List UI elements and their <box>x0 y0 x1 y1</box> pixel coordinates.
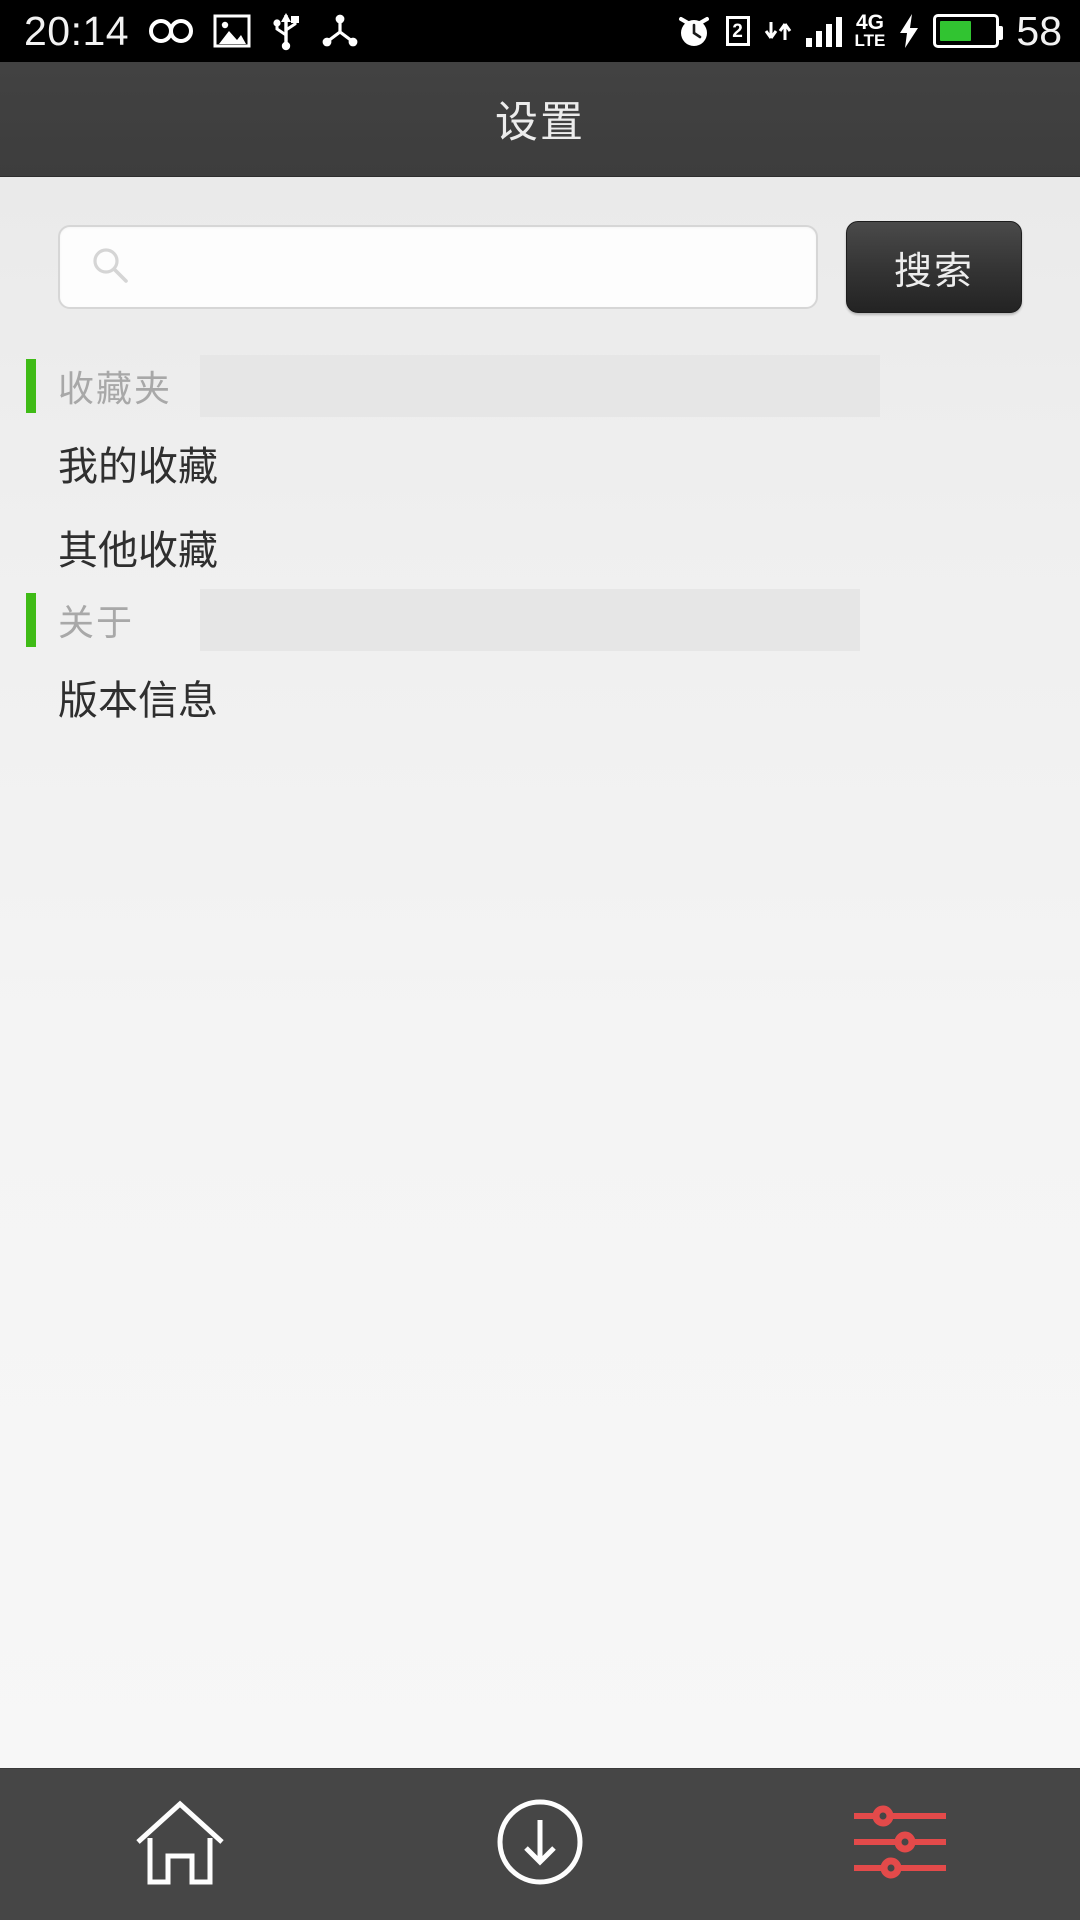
search-button[interactable]: 搜索 <box>846 221 1022 313</box>
image-icon <box>213 14 251 48</box>
group-header-highlight <box>200 589 860 651</box>
group-accent-bar <box>26 593 36 647</box>
group-header-highlight <box>200 355 880 417</box>
bottom-navigation-bar <box>0 1768 1080 1920</box>
group-accent-bar <box>26 359 36 413</box>
list-group-label: 关于 <box>58 602 135 643</box>
status-clock: 20:14 <box>24 7 130 54</box>
battery-icon <box>933 14 1004 48</box>
home-icon <box>128 1790 232 1899</box>
sliders-icon <box>848 1796 952 1893</box>
phone-screen: 20:14 2 4G LTE 58 设置 搜索 收藏夹 我的收藏 其他收藏 关于… <box>0 0 1080 1920</box>
list-item[interactable]: 我的收藏 <box>0 421 1080 505</box>
page-title: 设置 <box>495 99 585 147</box>
network-4g-lte-icon: 4G LTE <box>854 10 886 50</box>
search-input[interactable] <box>148 227 802 307</box>
search-icon <box>88 243 132 292</box>
network-type-primary: 4G <box>855 10 884 34</box>
usb-icon <box>271 11 301 51</box>
sim-slot-number: 2 <box>732 20 743 42</box>
signal-bars-icon <box>805 15 842 47</box>
download-circle-icon <box>490 1792 590 1897</box>
alarm-icon <box>675 12 713 50</box>
battery-percentage: 58 <box>1016 7 1062 54</box>
status-bar-right: 2 4G LTE 58 <box>675 7 1062 54</box>
list-item[interactable]: 版本信息 <box>0 655 1080 739</box>
network-type-secondary: LTE <box>854 30 886 50</box>
share-icon <box>321 14 359 48</box>
data-transfer-icon <box>763 20 793 42</box>
content-area: 搜索 收藏夹我的收藏 其他收藏关于版本信息 <box>0 177 1080 1768</box>
nav-button-downloads[interactable] <box>360 1769 720 1920</box>
charging-bolt-icon <box>898 13 920 49</box>
status-bar: 20:14 2 4G LTE 58 <box>0 0 1080 62</box>
sim-card-icon: 2 <box>725 16 750 46</box>
list-item[interactable]: 其他收藏 <box>0 505 1080 589</box>
list-group-label: 收藏夹 <box>58 368 173 409</box>
list-group-header: 关于 <box>0 589 1080 651</box>
search-input-wrapper[interactable] <box>58 225 818 309</box>
nav-button-home[interactable] <box>0 1769 360 1920</box>
settings-list: 收藏夹我的收藏 其他收藏关于版本信息 <box>0 355 1080 739</box>
list-group-header: 收藏夹 <box>0 355 1080 417</box>
nav-button-settings[interactable] <box>720 1769 1080 1920</box>
title-bar: 设置 <box>0 62 1080 177</box>
search-row: 搜索 <box>0 177 1080 313</box>
status-bar-left: 20:14 <box>24 7 359 54</box>
infinity-icon <box>149 15 194 47</box>
